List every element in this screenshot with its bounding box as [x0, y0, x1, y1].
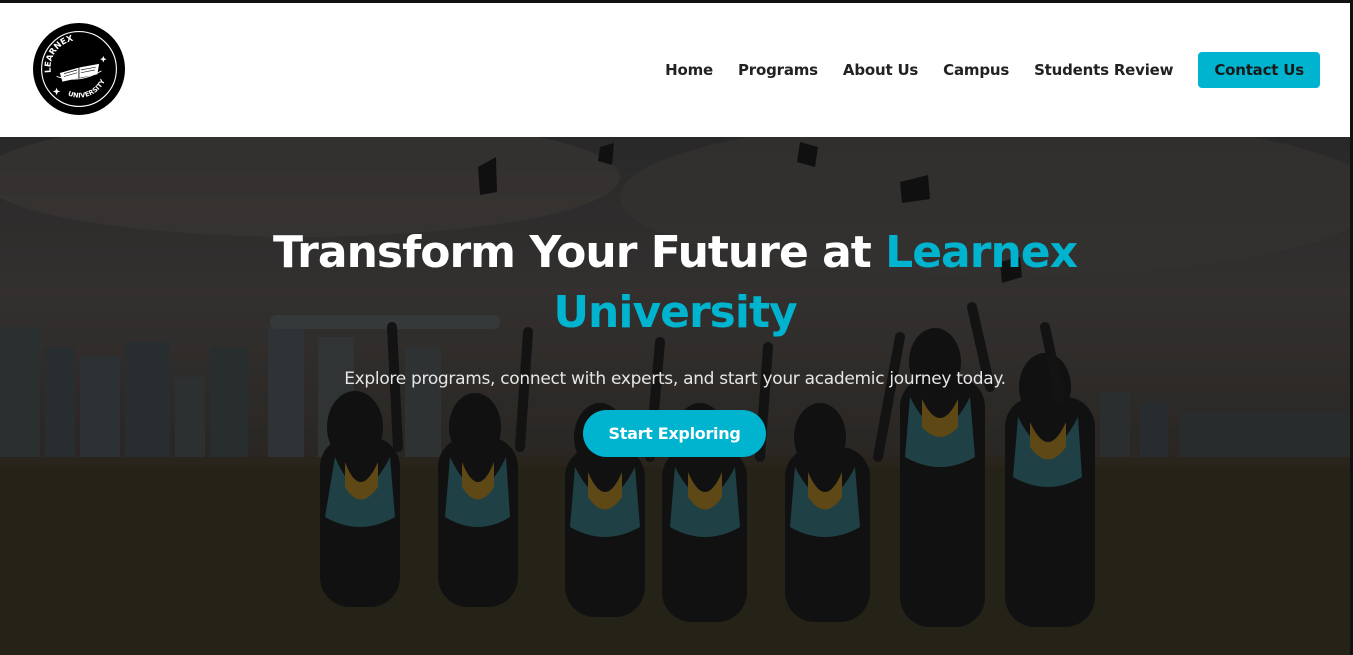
start-exploring-button[interactable]: Start Exploring: [583, 410, 766, 457]
main-nav: Home Programs About Us Campus Students R…: [665, 52, 1320, 88]
nav-programs-link[interactable]: Programs: [738, 61, 818, 79]
hero-title: Transform Your Future at Learnex Univers…: [200, 223, 1150, 343]
hero-subtitle: Explore programs, connect with experts, …: [344, 369, 1006, 389]
hero-section: Transform Your Future at Learnex Univers…: [0, 137, 1350, 655]
nav-home-link[interactable]: Home: [665, 61, 713, 79]
hero-dim-overlay: [0, 137, 1350, 655]
nav-campus-link[interactable]: Campus: [943, 61, 1009, 79]
nav-students-review-link[interactable]: Students Review: [1034, 61, 1173, 79]
hero-title-main: Transform Your Future at: [273, 227, 886, 278]
nav-about-us-link[interactable]: About Us: [843, 61, 918, 79]
page: LEARNEX UNIVERSITY Home Programs About U…: [0, 0, 1353, 655]
university-logo[interactable]: LEARNEX UNIVERSITY: [33, 23, 125, 115]
logo-emblem: LEARNEX UNIVERSITY: [37, 27, 121, 111]
site-header: LEARNEX UNIVERSITY Home Programs About U…: [0, 3, 1350, 137]
contact-us-button[interactable]: Contact Us: [1198, 52, 1320, 88]
